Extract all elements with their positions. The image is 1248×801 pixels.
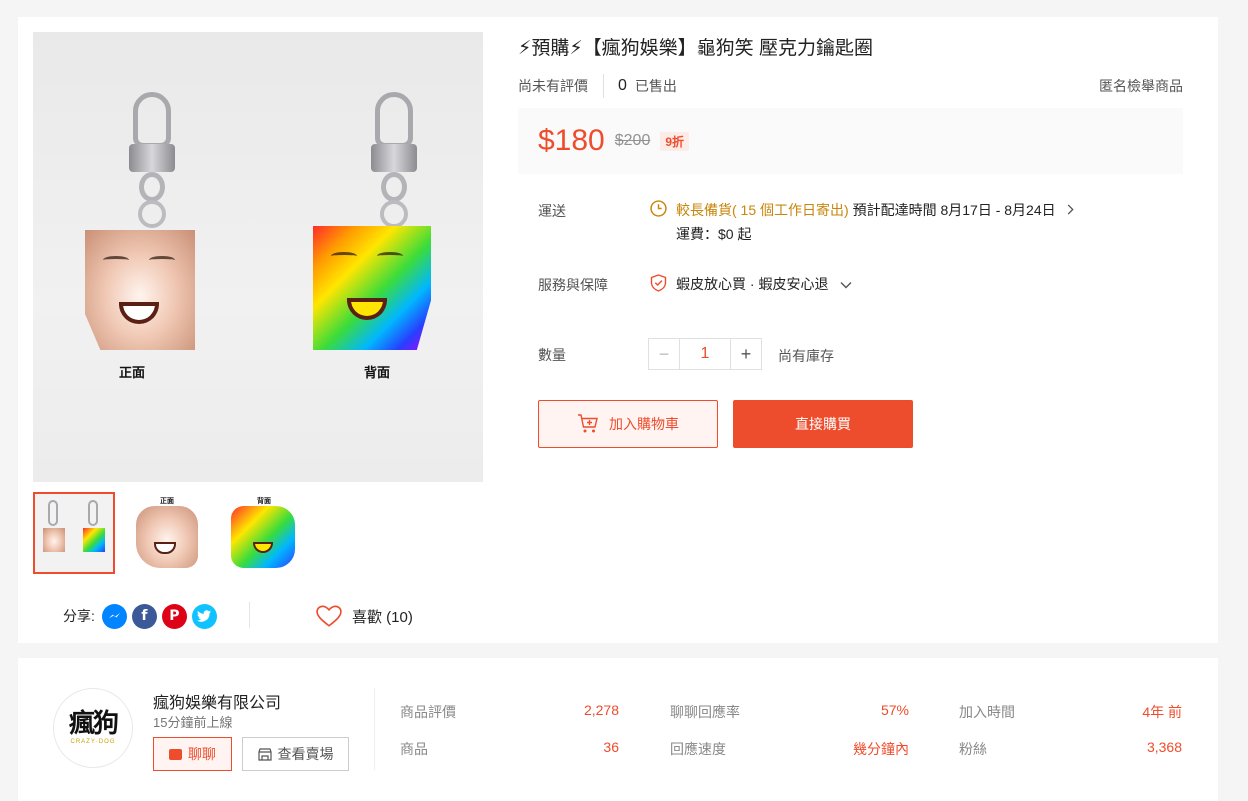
chat-button-label: 聊聊 — [188, 746, 216, 762]
stat-label: 聊聊回應率 — [670, 704, 740, 720]
quantity-input[interactable]: 1 — [680, 338, 730, 370]
like-count: 喜歡 (10) — [352, 608, 413, 626]
stat-value: 57% — [880, 702, 909, 718]
longer-prep-text: 較長備貨( 15 個工作日寄出) — [676, 202, 849, 218]
share-row: 分享: f P — [63, 602, 217, 630]
shop-logo-subtext: CRAZY·DOG — [70, 739, 116, 745]
face-plate-back — [313, 226, 431, 350]
cart-plus-icon — [578, 414, 598, 433]
discount-badge: 9折 — [660, 131, 690, 151]
original-price: $200 — [614, 132, 651, 149]
quantity-increase-button[interactable]: + — [730, 338, 762, 370]
guarantee-text: 蝦皮放心買 · 蝦皮安心退 — [676, 276, 829, 292]
product-meta-row: 尚未有評價 0 已售出 匿名檢舉商品 — [518, 74, 1183, 98]
messenger-share-icon[interactable] — [101, 603, 127, 629]
product-title: ⚡預購⚡【瘋狗娛樂】龜狗笑 壓克力鑰匙圈 — [518, 38, 873, 59]
stat-value: 4年 前 — [1142, 704, 1182, 720]
chevron-right-icon — [1066, 202, 1074, 218]
like-button[interactable]: 喜歡 (10) — [316, 602, 413, 630]
add-to-cart-label: 加入購物車 — [609, 416, 679, 432]
sold-count: 0 — [618, 77, 627, 94]
guarantee-label: 服務與保障 — [538, 277, 608, 293]
chat-icon — [169, 748, 182, 760]
delivery-estimate: 預計配達時間 8月17日 - 8月24日 — [852, 202, 1056, 218]
thumbnail-1[interactable] — [33, 492, 115, 574]
stat-label: 回應速度 — [670, 741, 726, 757]
caption-back: 背面 — [364, 365, 391, 380]
stat-label: 商品評價 — [400, 704, 456, 720]
share-label: 分享: — [63, 608, 95, 624]
shop-card: 瘋狗 CRAZY·DOG 瘋狗娛樂有限公司 15分鐘前上線 聊聊 查看賣場 商品… — [18, 658, 1218, 801]
clock-icon — [650, 200, 667, 220]
stat-label: 加入時間 — [959, 704, 1015, 720]
main-product-image[interactable]: 正面 背面 — [33, 32, 483, 482]
stat-value: 幾分鐘內 — [853, 741, 909, 757]
shop-online-status: 15分鐘前上線 — [153, 715, 233, 730]
stock-status: 尚有庫存 — [778, 348, 834, 364]
face-plate-front — [85, 230, 195, 350]
stat-value: 36 — [603, 739, 619, 755]
price-box: $180 $200 9折 — [518, 108, 1183, 174]
pinterest-share-icon[interactable]: P — [161, 603, 187, 629]
store-icon — [257, 747, 272, 761]
stat-value: 3,368 — [1146, 739, 1182, 755]
rating-text: 尚未有評價 — [518, 78, 588, 94]
caption-front: 正面 — [119, 365, 146, 380]
thumbnail-3[interactable]: 背面 — [223, 492, 305, 574]
heart-icon — [316, 605, 342, 627]
stat-label: 商品 — [400, 741, 428, 757]
quantity-decrease-button[interactable]: − — [648, 338, 680, 370]
shipping-fee: 運費：$0 起 — [676, 226, 752, 242]
guarantee-dropdown[interactable]: 蝦皮放心買 · 蝦皮安心退 — [676, 274, 852, 294]
meta-divider — [603, 74, 604, 98]
view-shop-label: 查看賣場 — [277, 746, 334, 762]
shipping-estimate[interactable]: 較長備貨( 15 個工作日寄出) 預計配達時間 8月17日 - 8月24日 — [676, 200, 1074, 220]
shipping-label: 運送 — [538, 203, 566, 219]
shield-icon — [650, 274, 667, 295]
facebook-share-icon[interactable]: f — [131, 603, 157, 629]
stat-value: 2,278 — [583, 702, 619, 718]
buy-now-button[interactable]: 直接購買 — [733, 400, 913, 448]
view-shop-button[interactable]: 查看賣場 — [242, 737, 349, 771]
quantity-label: 數量 — [538, 347, 566, 363]
add-to-cart-button[interactable]: 加入購物車 — [538, 400, 718, 448]
chat-button[interactable]: 聊聊 — [153, 737, 232, 771]
twitter-share-icon[interactable] — [191, 603, 217, 629]
thumbnail-2[interactable]: 正面 — [128, 492, 210, 574]
share-divider — [249, 602, 250, 628]
chevron-down-icon — [840, 276, 852, 292]
report-link[interactable]: 匿名檢舉商品 — [1099, 76, 1183, 96]
shop-name: 瘋狗娛樂有限公司 — [153, 695, 282, 712]
shop-divider — [374, 688, 375, 770]
product-card: 正面 背面 正面 背面 分享: f P 喜歡 (10) ⚡預購⚡【瘋狗娛樂】龜狗… — [18, 17, 1218, 643]
shop-avatar[interactable]: 瘋狗 CRAZY·DOG — [53, 688, 133, 768]
stat-label: 粉絲 — [959, 741, 987, 757]
shop-logo-text: 瘋狗 — [68, 709, 119, 739]
current-price: $180 — [538, 124, 605, 157]
quantity-stepper: − 1 + — [648, 338, 762, 370]
sold-label: 已售出 — [634, 78, 677, 94]
